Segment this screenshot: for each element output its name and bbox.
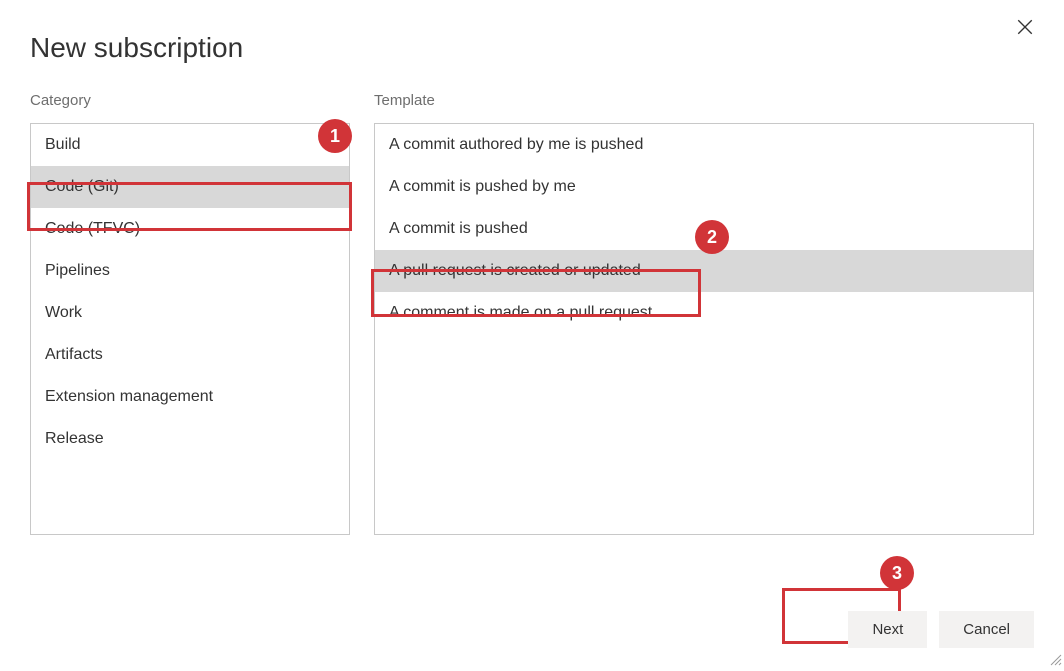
close-icon bbox=[1016, 18, 1034, 36]
category-item-work[interactable]: Work bbox=[31, 292, 349, 334]
template-item-commit-pushed[interactable]: A commit is pushed bbox=[375, 208, 1033, 250]
resize-grip[interactable] bbox=[1048, 652, 1062, 666]
cancel-button[interactable]: Cancel bbox=[939, 611, 1034, 648]
category-item-extension-management[interactable]: Extension management bbox=[31, 376, 349, 418]
category-item-code-tfvc[interactable]: Code (TFVC) bbox=[31, 208, 349, 250]
category-item-code-git[interactable]: Code (Git) bbox=[31, 166, 349, 208]
template-item-commit-pushed-by-me[interactable]: A commit is pushed by me bbox=[375, 166, 1033, 208]
category-listbox: Build Code (Git) Code (TFVC) Pipelines W… bbox=[30, 123, 350, 535]
close-button[interactable] bbox=[1016, 18, 1034, 41]
annotation-marker-3: 3 bbox=[880, 556, 914, 590]
category-column-label: Category bbox=[30, 92, 350, 109]
template-item-pr-comment[interactable]: A comment is made on a pull request bbox=[375, 292, 1033, 334]
template-column-label: Template bbox=[374, 92, 1034, 109]
template-listbox: A commit authored by me is pushed A comm… bbox=[374, 123, 1034, 535]
category-item-artifacts[interactable]: Artifacts bbox=[31, 334, 349, 376]
category-item-build[interactable]: Build bbox=[31, 124, 349, 166]
category-item-release[interactable]: Release bbox=[31, 418, 349, 460]
template-item-pr-created-updated[interactable]: A pull request is created or updated bbox=[375, 250, 1033, 292]
dialog-title: New subscription bbox=[0, 0, 1064, 64]
next-button[interactable]: Next bbox=[848, 611, 927, 648]
resize-grip-icon bbox=[1048, 652, 1062, 666]
category-item-pipelines[interactable]: Pipelines bbox=[31, 250, 349, 292]
template-item-commit-authored-by-me[interactable]: A commit authored by me is pushed bbox=[375, 124, 1033, 166]
